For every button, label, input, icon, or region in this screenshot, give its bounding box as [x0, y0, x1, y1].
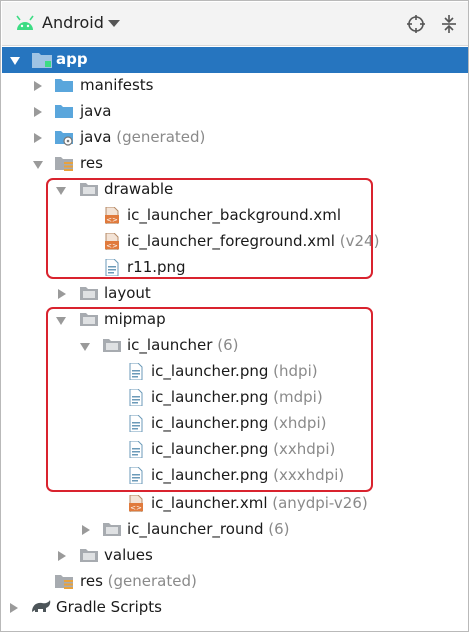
- android-icon: [16, 15, 34, 30]
- tree-node-ic-launcher-xml[interactable]: ic_launcher.xml (anydpi-v26): [2, 491, 468, 517]
- tree-label: java: [80, 128, 112, 146]
- expand-arrow-icon[interactable]: [34, 133, 42, 143]
- tree-node-app[interactable]: app: [2, 47, 468, 73]
- tree-label: ic_launcher.xml: [151, 494, 268, 512]
- tree-node-ic-launcher-round[interactable]: ic_launcher_round (6): [2, 517, 468, 543]
- expand-arrow-icon[interactable]: [10, 57, 20, 65]
- chevron-down-icon[interactable]: [108, 20, 120, 27]
- project-tool-window: Android app manifests java java (generat…: [0, 0, 469, 632]
- expand-arrow-icon[interactable]: [58, 289, 66, 299]
- tree-node-gradle-scripts[interactable]: Gradle Scripts: [2, 595, 468, 621]
- locate-target-icon[interactable]: [406, 14, 426, 34]
- tree-hint: (6): [268, 520, 290, 538]
- xml-file-icon: [129, 495, 143, 512]
- resources-folder-icon: [55, 157, 73, 171]
- tree-label: layout: [104, 284, 151, 302]
- expand-arrow-icon[interactable]: [10, 603, 18, 613]
- folder-icon: [55, 77, 73, 92]
- view-mode-selector[interactable]: Android: [42, 13, 104, 32]
- tree-hint: (anydpi-v26): [272, 494, 368, 512]
- expand-arrow-icon[interactable]: [33, 161, 43, 169]
- tree-node-res-generated[interactable]: res (generated): [2, 569, 468, 595]
- tree-node-res[interactable]: res: [2, 151, 468, 177]
- tree-label: java: [80, 102, 112, 120]
- project-toolbar: Android: [2, 2, 468, 46]
- folder-icon: [55, 103, 73, 118]
- tree-label: Gradle Scripts: [56, 598, 162, 616]
- tree-node-manifests[interactable]: manifests: [2, 73, 468, 99]
- tree-node-java-generated[interactable]: java (generated): [2, 125, 468, 151]
- tree-label: app: [56, 50, 88, 68]
- folder-icon: [103, 521, 121, 536]
- generated-folder-icon: [55, 131, 73, 146]
- tree-hint: (generated): [107, 572, 197, 590]
- tree-label: manifests: [80, 76, 154, 94]
- expand-arrow-icon[interactable]: [34, 107, 42, 117]
- expand-arrow-icon[interactable]: [34, 81, 42, 91]
- tree-label: res: [80, 572, 103, 590]
- tree-node-java[interactable]: java: [2, 99, 468, 125]
- resources-folder-icon: [55, 575, 73, 589]
- expand-arrow-icon[interactable]: [58, 551, 66, 561]
- tree-label: ic_launcher_round: [127, 520, 264, 538]
- gradle-icon: [32, 600, 51, 612]
- highlight-box-mipmap: [46, 307, 373, 492]
- expand-arrow-icon[interactable]: [82, 525, 90, 535]
- folder-icon: [80, 285, 98, 300]
- tree-hint: (generated): [116, 128, 206, 146]
- folder-icon: [80, 547, 98, 562]
- tree-node-layout[interactable]: layout: [2, 281, 468, 307]
- tree-label: res: [80, 154, 103, 172]
- collapse-all-icon[interactable]: [439, 14, 459, 34]
- module-folder-icon: [32, 53, 52, 68]
- tree-node-values[interactable]: values: [2, 543, 468, 569]
- highlight-box-drawable: [46, 178, 373, 279]
- tree-label: values: [104, 546, 153, 564]
